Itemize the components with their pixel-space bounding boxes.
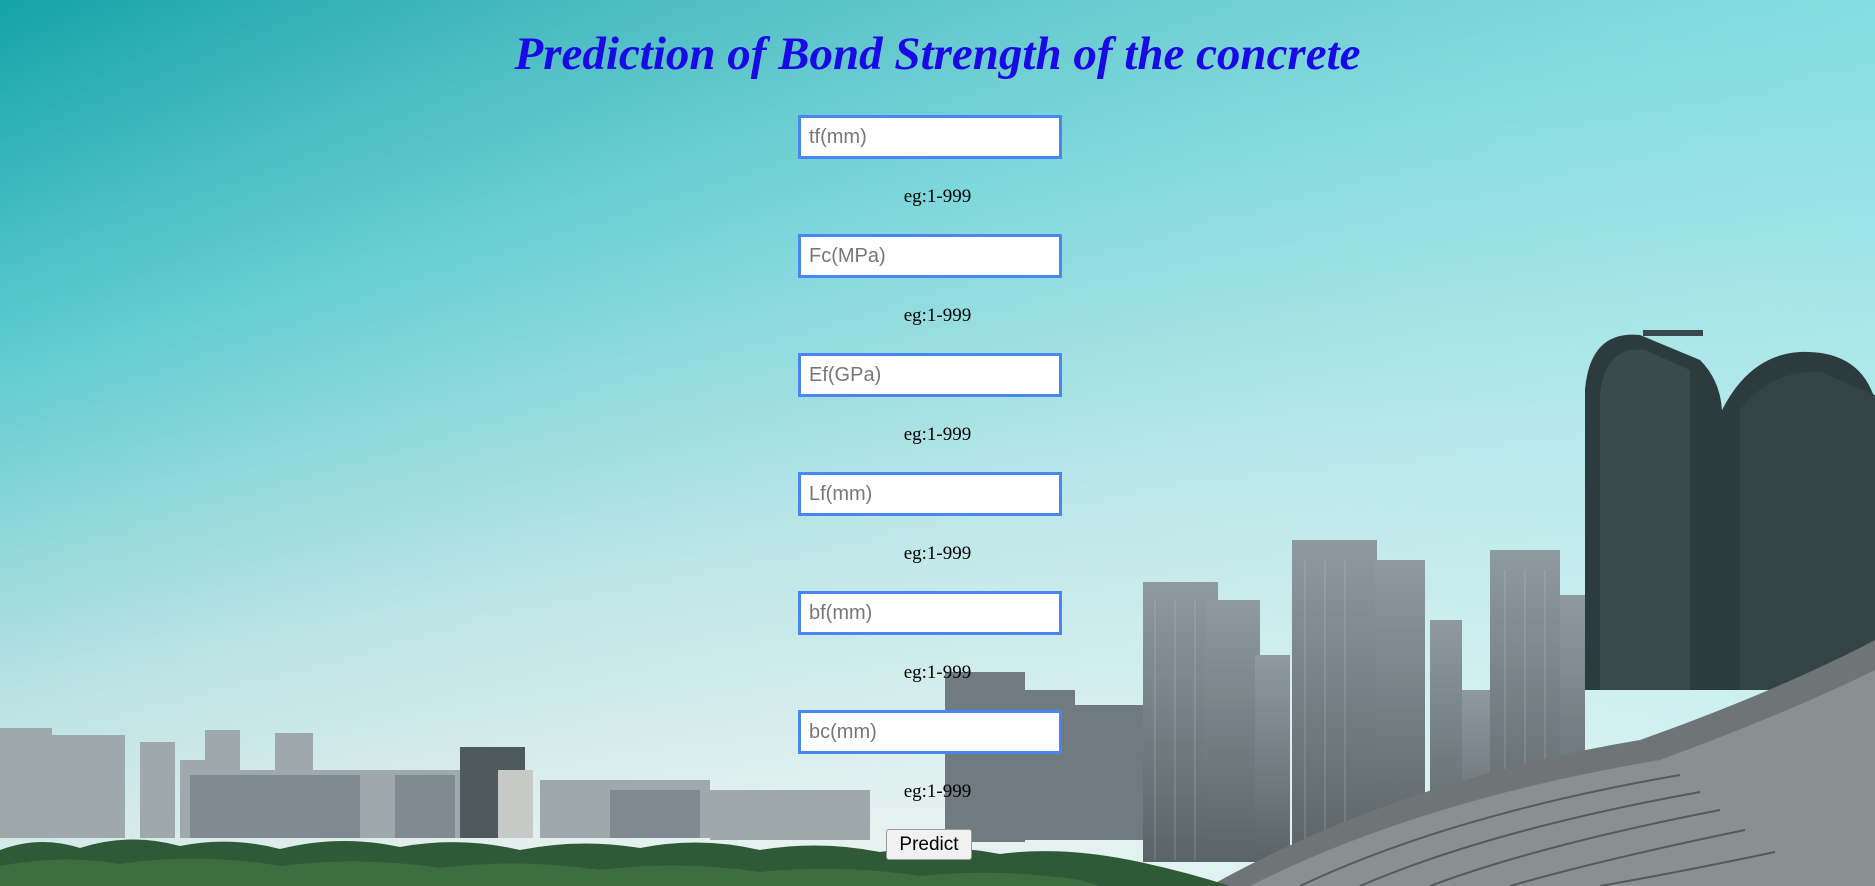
bf-hint: eg:1-999: [903, 662, 972, 683]
fc-hint: eg:1-999: [903, 305, 972, 326]
lf-input[interactable]: [798, 472, 1062, 516]
bc-hint: eg:1-999: [903, 781, 972, 802]
ef-hint: eg:1-999: [903, 424, 972, 445]
bc-input[interactable]: [798, 710, 1062, 754]
prediction-form-page: Prediction of Bond Strength of the concr…: [0, 0, 1875, 886]
bf-input[interactable]: [798, 591, 1062, 635]
ef-input[interactable]: [798, 353, 1062, 397]
lf-hint: eg:1-999: [903, 543, 972, 564]
tf-input[interactable]: [798, 115, 1062, 159]
tf-hint: eg:1-999: [903, 186, 972, 207]
fc-input[interactable]: [798, 234, 1062, 278]
predict-button[interactable]: Predict: [886, 829, 972, 860]
page-title: Prediction of Bond Strength of the concr…: [514, 28, 1361, 80]
